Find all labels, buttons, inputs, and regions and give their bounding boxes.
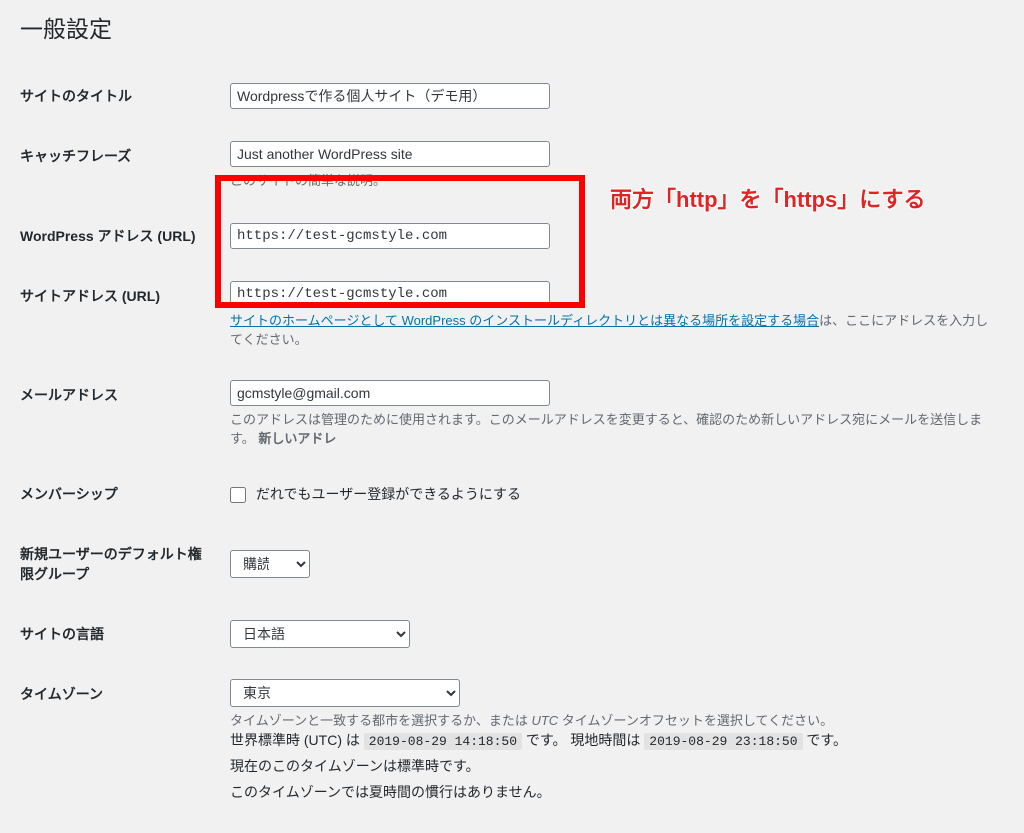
utc-label: 世界標準時 (UTC) は — [230, 732, 360, 748]
email-input[interactable] — [230, 380, 550, 406]
tz-desc1-italic: UTC — [531, 713, 558, 728]
site-url-input[interactable] — [230, 281, 550, 307]
membership-checkbox-wrap[interactable]: だれでもユーザー登録ができるようにする — [230, 486, 521, 502]
label-site-lang: サイトの言語 — [20, 604, 220, 664]
membership-checkbox-label: だれでもユーザー登録ができるようにする — [256, 486, 521, 502]
utc-time: 2019-08-29 14:18:50 — [364, 733, 522, 750]
timezone-utc-line: 世界標準時 (UTC) は 2019-08-29 14:18:50 です。 現地… — [230, 730, 994, 750]
timezone-dst-line: このタイムゾーンでは夏時間の慣行はありません。 — [230, 782, 994, 802]
settings-form-table: サイトのタイトル キャッチフレーズ このサイトの簡単な説明。 WordPress… — [20, 66, 1004, 823]
tagline-input[interactable] — [230, 141, 550, 167]
tz-tail-text: です。 — [806, 732, 847, 748]
site-url-help-link[interactable]: サイトのホームページとして WordPress のインストールディレクトリとは異… — [230, 313, 819, 328]
tz-mid-text: です。 現地時間は — [526, 732, 641, 748]
timezone-select[interactable]: 東京 — [230, 679, 460, 707]
label-site-title: サイトのタイトル — [20, 66, 220, 126]
label-tagline: キャッチフレーズ — [20, 126, 220, 206]
annotation-text: 両方「http」を「https」にする — [610, 182, 926, 214]
timezone-std-line: 現在のこのタイムゾーンは標準時です。 — [230, 756, 994, 776]
timezone-desc1: タイムゾーンと一致する都市を選択するか、または UTC タイムゾーンオフセットを… — [230, 711, 994, 731]
label-timezone: タイムゾーン — [20, 664, 220, 824]
tz-desc1-a: タイムゾーンと一致する都市を選択するか、または — [230, 713, 531, 728]
label-site-url: サイトアドレス (URL) — [20, 266, 220, 365]
site-url-description: サイトのホームページとして WordPress のインストールディレクトリとは異… — [230, 311, 994, 350]
site-lang-select[interactable]: 日本語 — [230, 620, 410, 648]
tz-desc1-b: タイムゾーンオフセットを選択してください。 — [558, 713, 833, 728]
wp-url-input[interactable] — [230, 223, 550, 249]
membership-checkbox[interactable] — [230, 487, 246, 503]
local-time: 2019-08-29 23:18:50 — [644, 733, 802, 750]
email-description: このアドレスは管理のために使用されます。このメールアドレスを変更すると、確認のた… — [230, 410, 994, 449]
site-title-input[interactable] — [230, 83, 550, 109]
label-wp-url: WordPress アドレス (URL) — [20, 206, 220, 266]
label-membership: メンバーシップ — [20, 464, 220, 524]
page-title: 一般設定 — [20, 10, 1004, 48]
email-desc-text: このアドレスは管理のために使用されます。このメールアドレスを変更すると、確認のた… — [230, 412, 982, 447]
default-role-select[interactable]: 購読者 — [230, 550, 310, 578]
label-email: メールアドレス — [20, 365, 220, 464]
label-default-role: 新規ユーザーのデフォルト権限グループ — [20, 524, 220, 604]
email-desc-bold: 新しいアドレ — [258, 431, 336, 446]
